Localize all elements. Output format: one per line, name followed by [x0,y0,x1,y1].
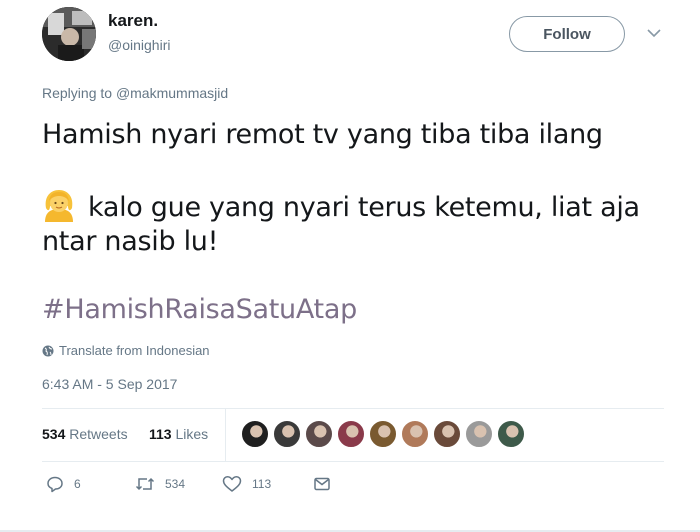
reply-count: 6 [74,477,81,491]
retweets-count: 534 [42,426,66,442]
globe-icon [42,345,54,356]
translate-label: Translate from Indonesian [59,343,210,358]
display-name[interactable]: karen. [108,11,158,31]
likes-label: Likes [175,426,209,442]
heart-icon [222,476,242,492]
translate-link[interactable]: Translate from Indonesian [42,343,210,358]
liker-avatar[interactable] [465,420,493,448]
retweet-button[interactable]: 534 [135,475,185,493]
stats-bar: 534 Retweets 113 Likes [42,409,664,461]
reply-mention-link[interactable]: @makmummasjid [116,85,228,101]
retweets-label: Retweets [69,426,128,442]
reply-context: Replying to @makmummasjid [42,85,228,101]
username[interactable]: @oinighiri [108,37,170,53]
likes-count: 113 [149,426,172,442]
tweet-line-with-emoji: kalo gue yang nyari terus ketemu, liat a… [42,188,640,225]
liker-avatar[interactable] [305,420,333,448]
liker-avatar[interactable] [273,420,301,448]
person-with-blond-hair-emoji [45,190,73,222]
liker-avatars [241,420,529,448]
retweets-stat[interactable]: 534 Retweets [42,426,128,442]
envelope-icon [314,477,330,491]
retweet-icon [135,477,155,491]
timestamp[interactable]: 6:43 AM - 5 Sep 2017 [42,376,177,392]
avatar-photo [42,7,96,61]
hashtag-link[interactable]: #HamishRaisaSatuAtap [42,294,357,325]
liker-avatar[interactable] [401,420,429,448]
retweet-count: 534 [165,477,186,491]
tweet-line: ntar nasib lu! [42,226,219,257]
tweet-line: kalo gue yang nyari terus ketemu, liat a… [88,192,640,223]
divider [42,461,664,462]
liker-avatar[interactable] [241,420,269,448]
reply-prefix: Replying to [42,85,113,101]
tweet-line: Hamish nyari remot tv yang tiba tiba ila… [42,119,603,150]
likes-stat[interactable]: 113 Likes [149,426,208,442]
like-button[interactable]: 113 [222,475,271,493]
liker-avatar[interactable] [497,420,525,448]
chevron-down-icon[interactable] [646,27,662,39]
avatar[interactable] [42,7,96,61]
reply-button[interactable]: 6 [46,475,81,493]
stats-divider [225,409,226,461]
tweet-card: karen. @oinighiri Follow Replying to @ma… [0,0,700,532]
liker-avatar[interactable] [369,420,397,448]
action-bar: 6 534 113 [42,475,642,497]
follow-button[interactable]: Follow [509,16,625,52]
liker-avatar[interactable] [433,420,461,448]
direct-message-button[interactable] [313,475,331,493]
reply-icon [47,476,63,493]
like-count: 113 [252,477,272,491]
liker-avatar[interactable] [337,420,365,448]
